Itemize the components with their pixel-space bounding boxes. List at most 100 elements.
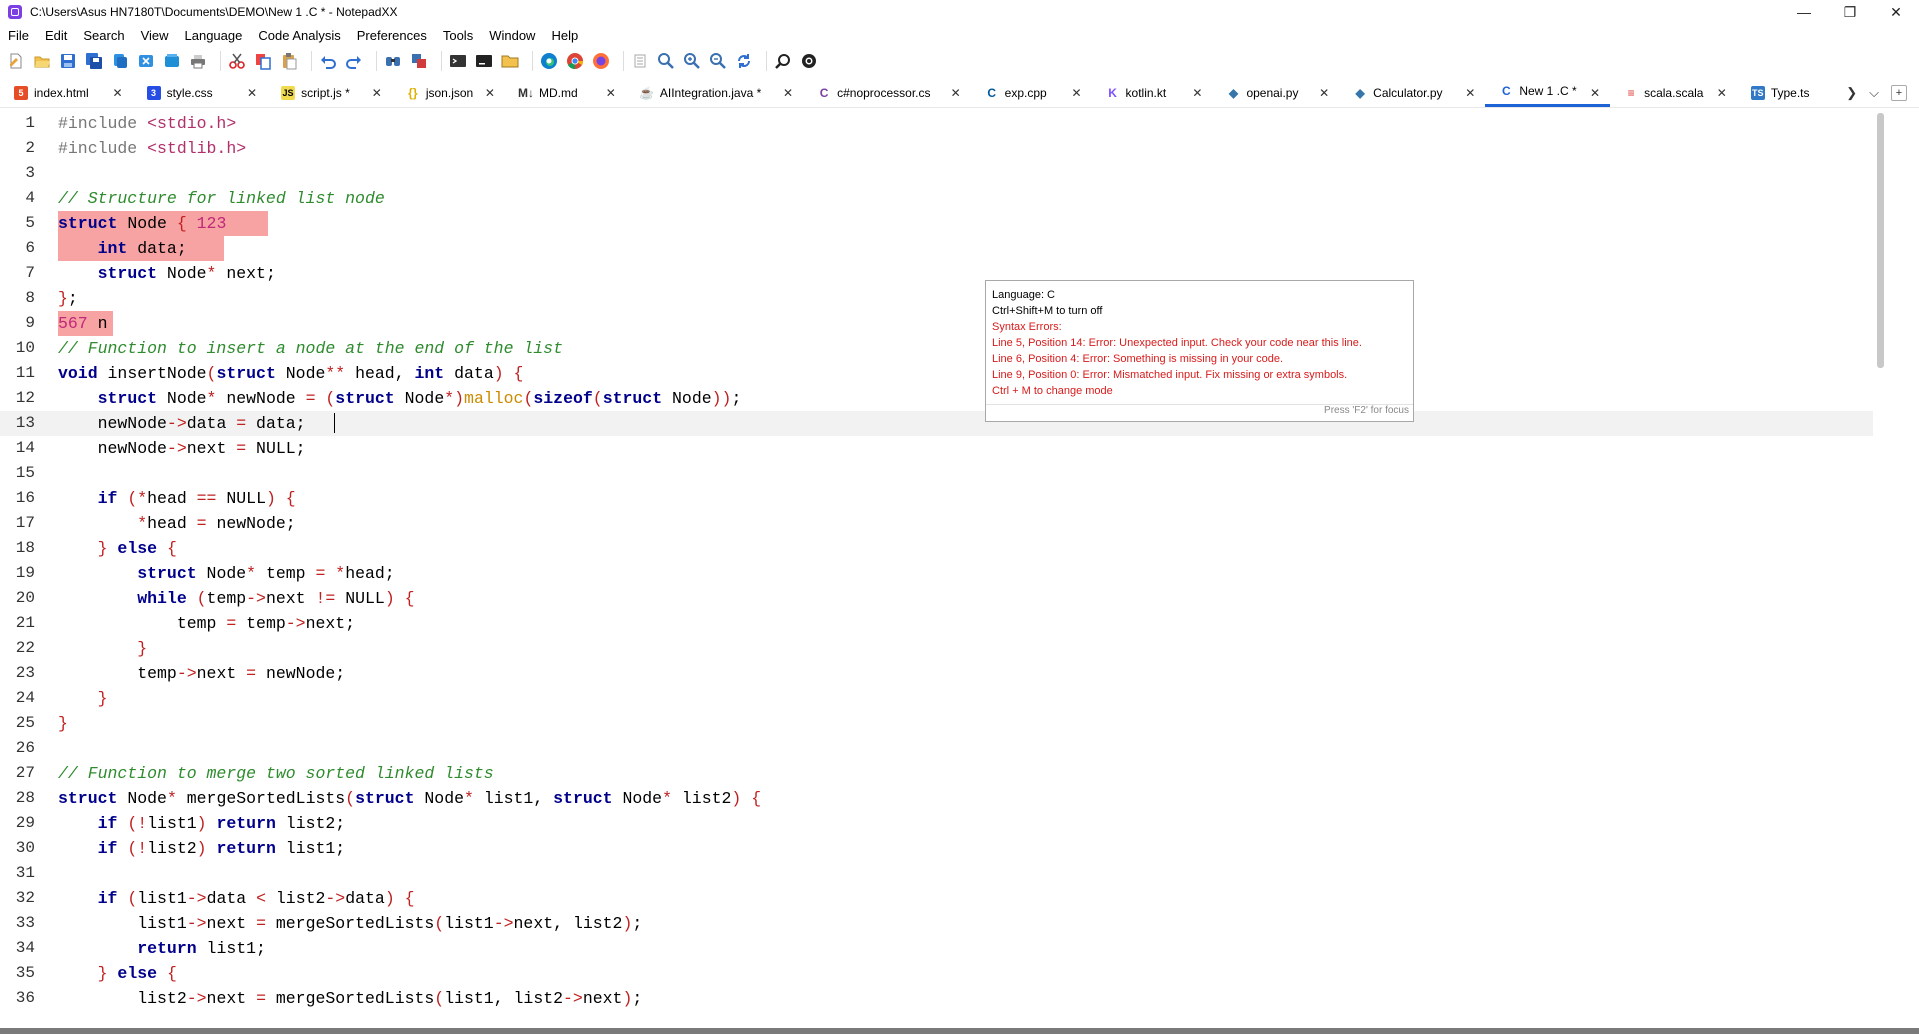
- restore-button[interactable]: ❐: [1827, 0, 1873, 24]
- code-line[interactable]: 13 newNode->data = data;: [0, 411, 1873, 436]
- code-line[interactable]: 24 }: [0, 686, 1873, 711]
- chevron-right-icon[interactable]: ❯: [1846, 85, 1857, 101]
- zoom-in-icon[interactable]: [682, 51, 702, 71]
- tab-close-icon[interactable]: ✕: [1319, 86, 1329, 100]
- redo-icon[interactable]: [344, 51, 364, 71]
- tab-new-1-c[interactable]: C New 1 .C * ✕: [1485, 78, 1611, 107]
- code-line[interactable]: 30 if (!list2) return list1;: [0, 836, 1873, 861]
- code-editor[interactable]: 1 #include <stdio.h> 2 #include <stdlib.h> 3…: [0, 110, 1873, 1022]
- code-line[interactable]: 22 }: [0, 636, 1873, 661]
- code-line[interactable]: 4 // Structure for linked list node: [0, 186, 1873, 211]
- new-file-icon[interactable]: [6, 51, 26, 71]
- save-all-icon[interactable]: [84, 51, 104, 71]
- tab-close-icon[interactable]: ✕: [1192, 86, 1202, 100]
- code-line[interactable]: 1 #include <stdio.h>: [0, 111, 1873, 136]
- menu-help[interactable]: Help: [543, 28, 586, 43]
- tab-close-icon[interactable]: ✕: [113, 86, 123, 100]
- folder-icon[interactable]: [500, 51, 520, 71]
- scrollbar-thumb[interactable]: [1877, 113, 1884, 368]
- code-line[interactable]: 32 if (list1->data < list2->data) {: [0, 886, 1873, 911]
- code-line[interactable]: 12 struct Node* newNode = (struct Node*)…: [0, 386, 1873, 411]
- tab-close-icon[interactable]: ✕: [485, 86, 495, 100]
- code-line[interactable]: 27 // Function to merge two sorted linked…: [0, 761, 1873, 786]
- code-line[interactable]: 34 return list1;: [0, 936, 1873, 961]
- undo-icon[interactable]: [318, 51, 338, 71]
- menu-preferences[interactable]: Preferences: [349, 28, 435, 43]
- code-line[interactable]: 19 struct Node* temp = *head;: [0, 561, 1873, 586]
- tab-style-css[interactable]: 3 style.css ✕: [133, 78, 268, 107]
- chrome-browser-icon[interactable]: [565, 51, 585, 71]
- indent-icon[interactable]: [630, 51, 650, 71]
- tab-json-json[interactable]: {} json.json ✕: [392, 78, 505, 107]
- code-line[interactable]: 14 newNode->next = NULL;: [0, 436, 1873, 461]
- tab-exp-cpp[interactable]: Cexp.cpp ✕: [971, 78, 1092, 107]
- tab-close-icon[interactable]: ✕: [1071, 86, 1081, 100]
- menu-language[interactable]: Language: [177, 28, 251, 43]
- menu-search[interactable]: Search: [75, 28, 132, 43]
- code-line[interactable]: 36 list2->next = mergeSortedLists(list1,…: [0, 986, 1873, 1011]
- chevron-down-icon[interactable]: ⌵: [1869, 85, 1879, 101]
- code-line[interactable]: 33 list1->next = mergeSortedLists(list1-…: [0, 911, 1873, 936]
- code-line[interactable]: 21 temp = temp->next;: [0, 611, 1873, 636]
- code-line[interactable]: 26: [0, 736, 1873, 761]
- code-line[interactable]: 28 struct Node* mergeSortedLists(struct N…: [0, 786, 1873, 811]
- sync-icon[interactable]: [734, 51, 754, 71]
- terminal-icon[interactable]: [448, 51, 468, 71]
- record-icon[interactable]: [799, 51, 819, 71]
- code-line[interactable]: 15: [0, 461, 1873, 486]
- code-line[interactable]: 9 567 n: [0, 311, 1873, 336]
- menu-code-analysis[interactable]: Code Analysis: [250, 28, 348, 43]
- console-icon[interactable]: [474, 51, 494, 71]
- code-line[interactable]: 3: [0, 161, 1873, 186]
- code-line[interactable]: 11 void insertNode(struct Node** head, in…: [0, 361, 1873, 386]
- code-line[interactable]: 25}: [0, 711, 1873, 736]
- menu-window[interactable]: Window: [481, 28, 543, 43]
- tab-close-icon[interactable]: ✕: [372, 86, 382, 100]
- print-icon[interactable]: [188, 51, 208, 71]
- zoom-out-icon[interactable]: [708, 51, 728, 71]
- copy-icon[interactable]: [253, 51, 273, 71]
- firefox-browser-icon[interactable]: [591, 51, 611, 71]
- copy-file-icon[interactable]: [110, 51, 130, 71]
- code-line[interactable]: 17 *head = newNode;: [0, 511, 1873, 536]
- menu-file[interactable]: File: [0, 28, 37, 43]
- code-line[interactable]: 5 struct Node { 123: [0, 211, 1873, 236]
- find-icon[interactable]: [383, 51, 403, 71]
- menu-view[interactable]: View: [133, 28, 177, 43]
- tab-aiintegration-java[interactable]: ☕ AIIntegration.java * ✕: [626, 78, 803, 107]
- menu-tools[interactable]: Tools: [435, 28, 481, 43]
- code-line[interactable]: 10 // Function to insert a node at the en…: [0, 336, 1873, 361]
- code-line[interactable]: 20 while (temp->next != NULL) {: [0, 586, 1873, 611]
- tab-script-js[interactable]: JS script.js * ✕: [267, 78, 392, 107]
- code-line[interactable]: 29 if (!list1) return list2;: [0, 811, 1873, 836]
- code-line[interactable]: 31: [0, 861, 1873, 886]
- tab-scala-scala[interactable]: ≡ scala.scala ✕: [1610, 78, 1737, 107]
- add-tab-icon[interactable]: +: [1891, 84, 1907, 101]
- tab-openai-py[interactable]: ◆ openai.py ✕: [1212, 78, 1339, 107]
- close-file-icon[interactable]: [136, 51, 156, 71]
- replace-icon[interactable]: [409, 51, 429, 71]
- code-line[interactable]: 18 } else {: [0, 536, 1873, 561]
- tab-close-icon[interactable]: ✕: [783, 86, 793, 100]
- cut-icon[interactable]: [227, 51, 247, 71]
- tab-close-icon[interactable]: ✕: [247, 86, 257, 100]
- tab-close-icon[interactable]: ✕: [606, 86, 616, 100]
- code-line[interactable]: 6 int data;: [0, 236, 1873, 261]
- tab-close-icon[interactable]: ✕: [1590, 86, 1600, 100]
- close-all-icon[interactable]: [162, 51, 182, 71]
- tab-md-md[interactable]: M↓ MD.md ✕: [505, 78, 626, 107]
- code-line[interactable]: 8};: [0, 286, 1873, 311]
- tab-calculator-py[interactable]: ◆ Calculator.py ✕: [1339, 78, 1485, 107]
- tab-kotlin-kt[interactable]: Kkotlin.kt ✕: [1092, 78, 1213, 107]
- tab-index-html[interactable]: 5 index.html ✕: [0, 78, 133, 107]
- menu-edit[interactable]: Edit: [37, 28, 75, 43]
- close-button[interactable]: ✕: [1873, 0, 1919, 24]
- edge-browser-icon[interactable]: [539, 51, 559, 71]
- open-folder-icon[interactable]: [32, 51, 52, 71]
- search-icon[interactable]: [773, 51, 793, 71]
- tab-close-icon[interactable]: ✕: [951, 86, 961, 100]
- zoom-search-icon[interactable]: [656, 51, 676, 71]
- tab-c-noprocessor-cs[interactable]: Cc#noprocessor.cs ✕: [803, 78, 971, 107]
- tab-type-ts[interactable]: TS Type.ts: [1737, 78, 1840, 107]
- code-line[interactable]: 23 temp->next = newNode;: [0, 661, 1873, 686]
